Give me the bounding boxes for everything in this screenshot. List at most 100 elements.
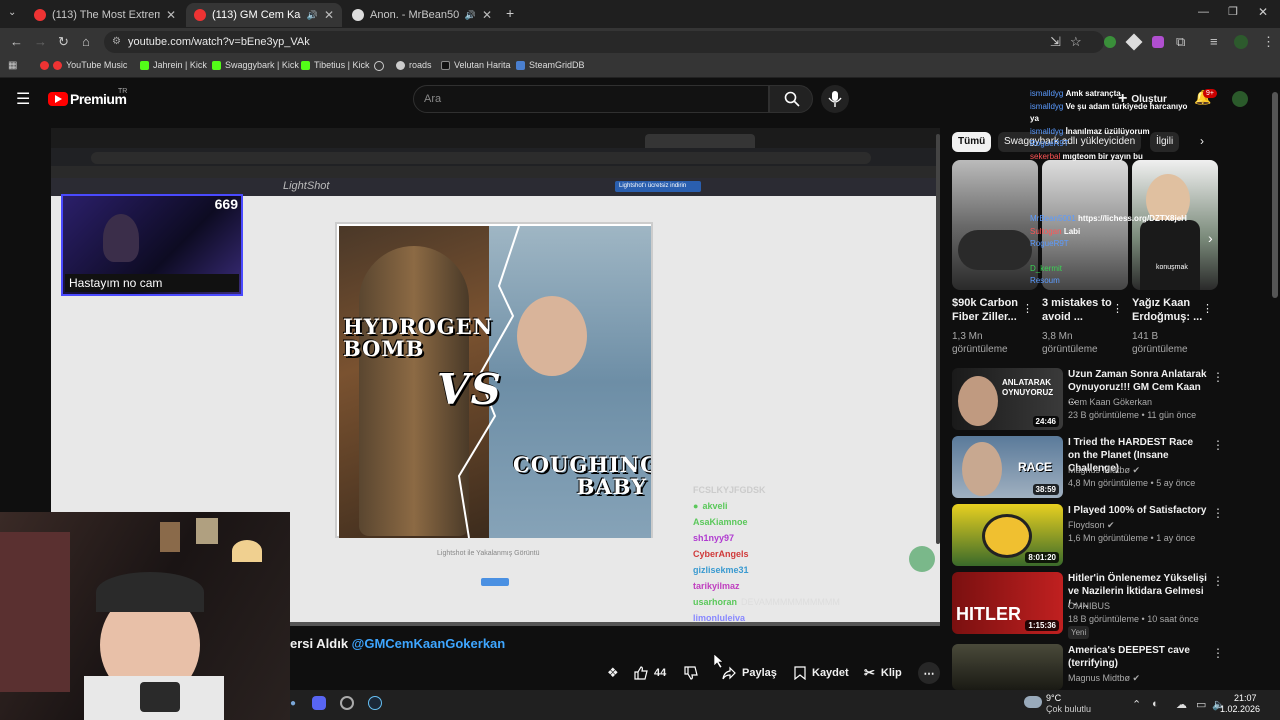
recommended-video[interactable]: RACE 38:59 I Tried the HARDEST Race on t…: [952, 436, 1272, 502]
install-icon[interactable]: ⇲: [1050, 34, 1061, 50]
steam-icon[interactable]: [368, 696, 382, 710]
tray-app-icon[interactable]: ☁: [1176, 698, 1187, 711]
video-channel[interactable]: Floydson ✔: [1068, 519, 1218, 532]
bookmark-jahrein-kick[interactable]: Jahrein | Kick: [140, 60, 207, 70]
site-info-icon[interactable]: ⚙: [112, 31, 121, 53]
monitor-icon[interactable]: ▭: [1196, 698, 1206, 711]
clip-button[interactable]: ✂ Klip: [864, 662, 902, 684]
short-more-icon[interactable]: ⋮: [1112, 302, 1123, 315]
short-title[interactable]: $90k Carbon Fiber Ziller...: [952, 296, 1030, 324]
short-more-icon[interactable]: ⋮: [1022, 302, 1033, 315]
lightshot-logo: LightShot: [283, 180, 330, 192]
maximize-icon[interactable]: ❐: [1228, 5, 1238, 18]
recommended-video[interactable]: HITLER 1:15:36 Hitler'in Önlenemez Yükse…: [952, 572, 1272, 639]
new-tab-icon[interactable]: +: [506, 5, 514, 21]
video-more-icon[interactable]: ⋮: [1212, 506, 1224, 520]
browser-tab-2[interactable]: (113) GM Cem Kaan Gökerk 🔊 ✕: [186, 3, 342, 27]
video-channel[interactable]: Magnus Midtbø ✔: [1068, 672, 1218, 685]
video-channel[interactable]: Magnus Midtbø ✔: [1068, 464, 1218, 477]
thanks-icon[interactable]: ❖: [607, 665, 619, 681]
more-actions-button[interactable]: ⋯: [918, 662, 940, 684]
bookmark-steamgriddb[interactable]: SteamGridDB: [516, 60, 585, 70]
profile-avatar[interactable]: [1234, 35, 1248, 49]
extension-icon[interactable]: [1125, 33, 1143, 51]
short-title[interactable]: Yağız Kaan Erdoğmuş: ...: [1132, 296, 1210, 324]
close-window-icon[interactable]: ✕: [1258, 5, 1268, 19]
tab-search-icon[interactable]: ⌄: [8, 7, 16, 18]
taskbar-icon[interactable]: ●: [290, 698, 296, 709]
search-input[interactable]: Ara: [413, 85, 769, 113]
extensions-puzzle-icon[interactable]: ⧉: [1176, 34, 1185, 50]
voice-search-button[interactable]: [821, 85, 849, 113]
channel-mention-link[interactable]: @GMCemKaanGokerkan: [352, 636, 506, 651]
video-more-icon[interactable]: ⋮: [1212, 370, 1224, 384]
shorts-next-icon[interactable]: ›: [1208, 230, 1213, 246]
audio-icon[interactable]: 🔊: [307, 10, 318, 21]
facebook-like-button[interactable]: [481, 578, 509, 586]
short-title[interactable]: 3 mistakes to avoid ...: [1042, 296, 1120, 324]
globe-icon[interactable]: [374, 61, 384, 71]
recommended-video[interactable]: ANLATARAK OYNUYORUZ 24:46 Uzun Zaman Son…: [952, 368, 1272, 434]
video-thumbnail[interactable]: 8:01:20: [952, 504, 1063, 566]
search-button[interactable]: [769, 85, 813, 113]
bookmark-swaggybark-kick[interactable]: Swaggybark | Kick: [212, 60, 299, 70]
short-more-icon[interactable]: ⋮: [1202, 302, 1213, 315]
video-more-icon[interactable]: ⋮: [1212, 574, 1224, 588]
recommended-video[interactable]: 8:01:20 I Played 100% of Satisfactory Fl…: [952, 504, 1272, 570]
weather-temp[interactable]: 9°C: [1046, 693, 1061, 703]
address-field[interactable]: ⚙ youtube.com/watch?v=bEne3yp_VAk: [104, 31, 1104, 53]
page-scrollbar[interactable]: [1272, 92, 1278, 298]
reload-icon[interactable]: ↻: [58, 34, 69, 50]
bookmark-tibetius-kick[interactable]: Tibetius | Kick: [301, 60, 370, 70]
forward-icon[interactable]: →: [34, 34, 47, 49]
video-title[interactable]: I Played 100% of Satisfactory: [1068, 504, 1208, 517]
discord-icon[interactable]: [312, 696, 326, 710]
video-more-icon[interactable]: ⋮: [1212, 438, 1224, 452]
audio-icon[interactable]: 🔊: [465, 10, 476, 21]
obs-icon[interactable]: [340, 696, 354, 710]
account-avatar[interactable]: [1232, 91, 1248, 107]
clock-time[interactable]: 21:07: [1234, 693, 1257, 703]
video-thumbnail[interactable]: [952, 644, 1063, 690]
reading-list-icon[interactable]: ≡: [1210, 34, 1218, 49]
menu-icon[interactable]: ⋮: [1262, 34, 1275, 50]
browser-tab-3[interactable]: Anon. - MrBean5001 (1210 🔊 ✕: [344, 3, 500, 27]
extension-icon[interactable]: [1152, 36, 1164, 48]
close-tab-icon[interactable]: ✕: [166, 8, 176, 22]
video-title[interactable]: America's DEEPEST cave (terrifying): [1068, 644, 1208, 670]
bookmark-roads[interactable]: roads: [396, 60, 432, 70]
home-icon[interactable]: ⌂: [82, 34, 90, 49]
chevron-right-icon[interactable]: ›: [1200, 134, 1204, 148]
video-thumbnail[interactable]: RACE 38:59: [952, 436, 1063, 498]
like-button[interactable]: 44: [634, 662, 666, 684]
youtube-logo-icon[interactable]: [48, 92, 68, 106]
video-thumbnail[interactable]: HITLER 1:15:36: [952, 572, 1063, 634]
weather-desc[interactable]: Çok bulutlu: [1046, 704, 1091, 714]
back-icon[interactable]: ←: [10, 34, 23, 49]
chip-all[interactable]: Tümü: [952, 132, 992, 152]
dislike-button[interactable]: [684, 662, 698, 684]
extension-icon[interactable]: [1104, 36, 1116, 48]
save-button[interactable]: Kaydet: [794, 662, 849, 684]
share-button[interactable]: Paylaş: [722, 662, 777, 684]
video-more-icon[interactable]: ⋮: [1212, 646, 1224, 660]
browser-tab-1[interactable]: (113) The Most Extreme Flying ✕: [26, 3, 184, 27]
video-thumbnail[interactable]: ANLATARAK OYNUYORUZ 24:46: [952, 368, 1063, 430]
close-tab-icon[interactable]: ✕: [324, 8, 334, 22]
hamburger-menu-icon[interactable]: ☰: [16, 89, 30, 109]
bookmark-star-icon[interactable]: ☆: [1070, 34, 1082, 50]
tray-overflow-icon[interactable]: ⌃: [1132, 698, 1141, 711]
video-channel[interactable]: OMNIBUS: [1068, 600, 1218, 613]
apps-grid-icon[interactable]: ▦: [8, 60, 17, 71]
close-tab-icon[interactable]: ✕: [482, 8, 492, 22]
short-thumbnail[interactable]: [952, 160, 1038, 290]
lightshot-download-button[interactable]: Lightshot'ı ücretsiz indirin: [615, 181, 701, 192]
video-scrollbar[interactable]: [936, 134, 940, 544]
minimize-icon[interactable]: —: [1198, 6, 1209, 18]
chat-bot-icon[interactable]: [909, 546, 935, 572]
tray-app-icon[interactable]: ◐: [1152, 698, 1159, 710]
bookmark-velutan-harita[interactable]: Velutan Harita: [441, 60, 511, 70]
clock-date[interactable]: 1.02.2026: [1220, 704, 1260, 714]
video-channel[interactable]: Cem Kaan Gökerkan: [1068, 396, 1218, 409]
bookmark-youtube-music[interactable]: YouTube Music: [40, 60, 127, 70]
